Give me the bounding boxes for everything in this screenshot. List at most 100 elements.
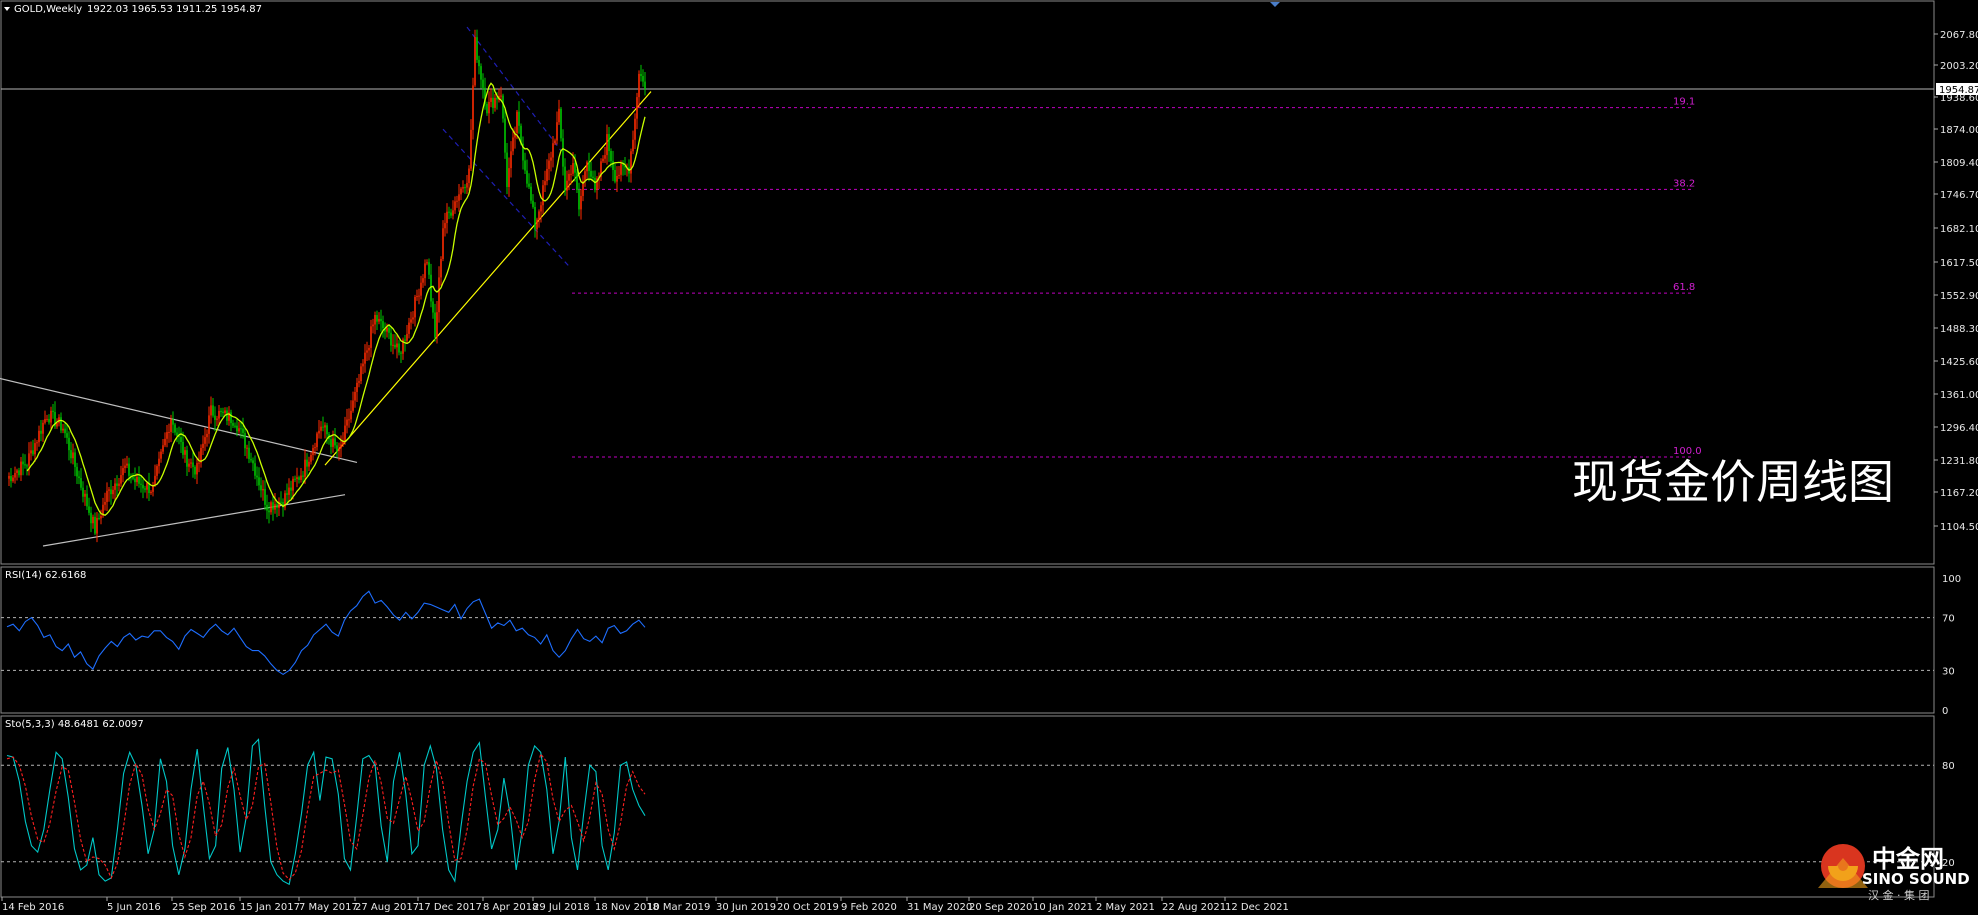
- candle-body: [96, 518, 98, 534]
- candle-body: [570, 173, 572, 175]
- candle-body: [44, 419, 46, 423]
- candle-body: [296, 477, 298, 480]
- candle-body: [552, 143, 554, 158]
- candle-body: [240, 428, 242, 430]
- candle-body: [294, 478, 296, 480]
- candle-body: [114, 483, 116, 490]
- candle-body: [326, 425, 328, 435]
- candle-body: [10, 476, 12, 482]
- candle-body: [594, 177, 596, 190]
- date-tick-label: 10 Mar 2019: [647, 902, 710, 913]
- candle-body: [280, 501, 282, 503]
- ohlc-values: 1922.03 1965.53 1911.25 1954.87: [87, 4, 262, 15]
- candle-body: [132, 476, 134, 479]
- candle-body: [210, 405, 212, 416]
- candle-body: [588, 162, 590, 171]
- candle-body: [422, 278, 424, 283]
- candle-body: [110, 489, 112, 495]
- candle-body: [138, 477, 140, 484]
- candle-body: [316, 433, 318, 448]
- candle-body: [550, 157, 552, 161]
- candle-body: [212, 405, 214, 416]
- candle-body: [84, 493, 86, 497]
- candle-body: [364, 352, 366, 364]
- candle-body: [338, 448, 340, 452]
- candle-body: [394, 344, 396, 348]
- candle-body: [428, 262, 430, 275]
- candle-body: [64, 428, 66, 434]
- candle-body: [632, 139, 634, 152]
- candle-body: [156, 466, 158, 476]
- candle-body: [242, 428, 244, 434]
- candle-body: [260, 485, 262, 491]
- candle-body: [636, 97, 638, 119]
- candle-body: [154, 475, 156, 486]
- candle-body: [542, 185, 544, 206]
- candle-body: [120, 475, 122, 484]
- candle-body: [48, 418, 50, 423]
- candle-body: [270, 502, 272, 513]
- candle-body: [112, 489, 114, 495]
- sto-pane[interactable]: [0, 715, 1935, 898]
- candle-body: [322, 426, 324, 428]
- candle-body: [162, 445, 164, 452]
- candle-body: [476, 37, 478, 60]
- symbol-label: GOLD,Weekly: [14, 4, 82, 15]
- candle-body: [566, 180, 568, 191]
- candle-body: [556, 122, 558, 141]
- candle-body: [350, 410, 352, 420]
- candle-body: [68, 437, 70, 451]
- candle-body: [74, 452, 76, 467]
- price-tick-label: 1104.50: [1940, 522, 1978, 533]
- candle-body: [506, 152, 508, 187]
- rsi-pane[interactable]: [0, 566, 1935, 714]
- candle-body: [244, 433, 246, 449]
- candle-body: [72, 452, 74, 459]
- candle-body: [232, 423, 234, 426]
- candle-body: [126, 463, 128, 466]
- candle-body: [380, 318, 382, 322]
- date-tick-label: 20 Oct 2019: [777, 902, 839, 913]
- candle-body: [116, 483, 118, 486]
- candle-body: [400, 352, 402, 354]
- candle-body: [186, 450, 188, 467]
- candle-body: [166, 432, 168, 439]
- current-price-marker: 1954.87: [1936, 83, 1978, 96]
- candle-body: [32, 450, 34, 455]
- candle-body: [206, 433, 208, 438]
- candle-body: [438, 277, 440, 313]
- candle-body: [86, 493, 88, 507]
- candle-body: [356, 382, 358, 392]
- candle-body: [76, 466, 78, 477]
- date-tick-label: 8 Apr 2018: [483, 902, 538, 913]
- candle-body: [208, 415, 210, 434]
- candle-body: [290, 487, 292, 491]
- candle-body: [330, 439, 332, 447]
- candle-body: [274, 504, 276, 510]
- candle-body: [106, 490, 108, 502]
- candle-body: [214, 415, 216, 420]
- candle-body: [118, 483, 120, 486]
- candle-body: [446, 211, 448, 224]
- candle-body: [318, 430, 320, 434]
- price-tick-label: 1425.60: [1940, 357, 1978, 368]
- candle-body: [238, 428, 240, 432]
- candle-body: [46, 418, 48, 420]
- candle-body: [256, 475, 258, 478]
- candle-body: [440, 258, 442, 278]
- candle-body: [436, 312, 438, 338]
- candle-body: [452, 210, 454, 216]
- candle-body: [62, 428, 64, 431]
- candle-body: [334, 438, 336, 446]
- date-tick-label: 27 Aug 2017: [355, 902, 419, 913]
- candle-body: [202, 443, 204, 448]
- candle-body: [592, 176, 594, 178]
- candle-body: [580, 195, 582, 210]
- candle-body: [24, 464, 26, 466]
- candle-body: [500, 95, 502, 97]
- candle-body: [180, 436, 182, 442]
- candle-body: [146, 482, 148, 490]
- candle-body: [34, 443, 36, 455]
- candle-body: [50, 410, 52, 423]
- candle-body: [344, 425, 346, 441]
